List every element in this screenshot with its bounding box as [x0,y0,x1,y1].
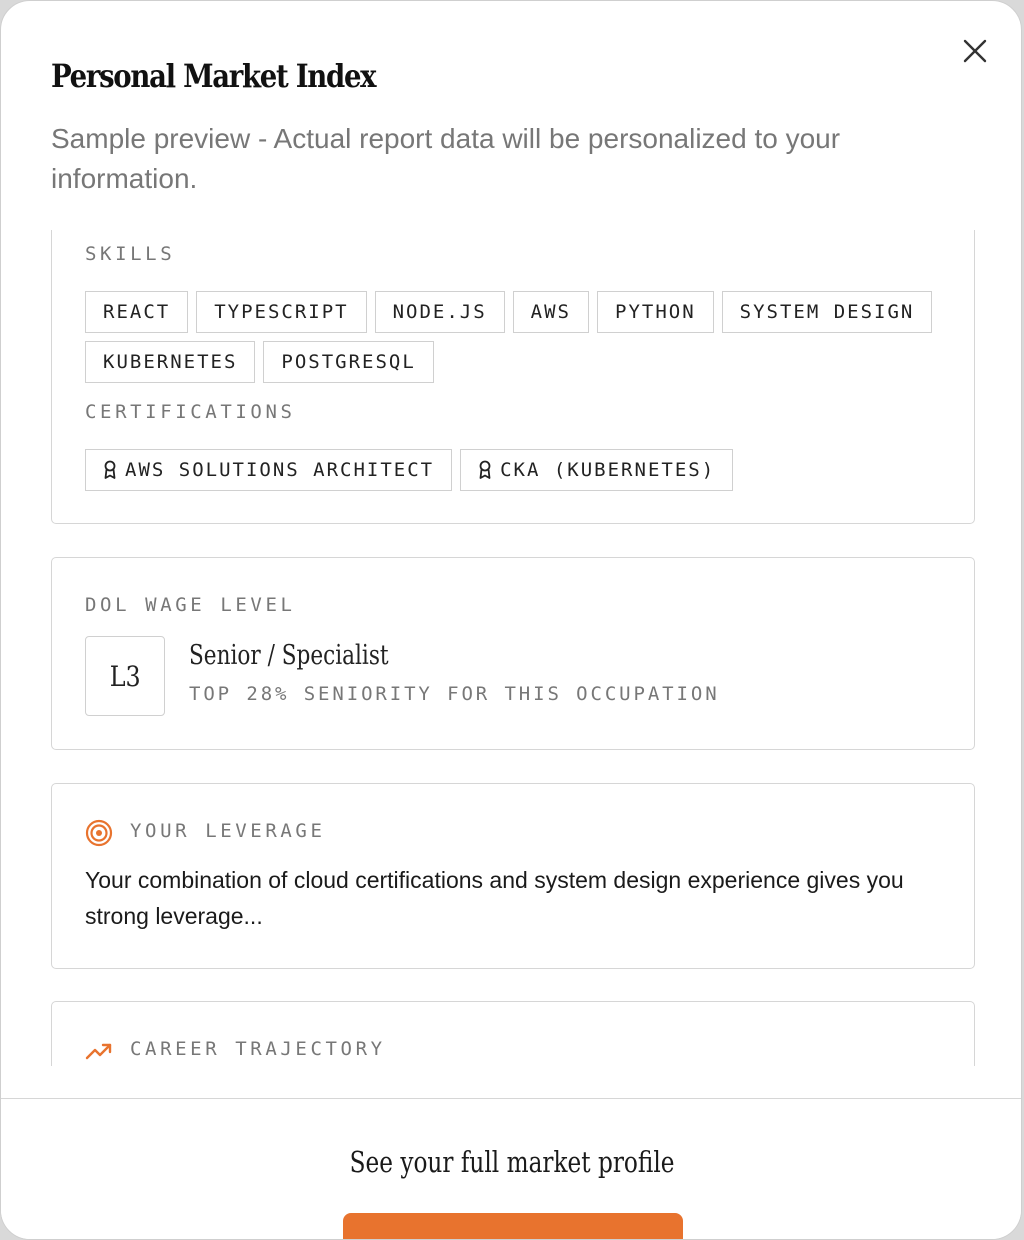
wage-level-label: DOL WAGE LEVEL [85,594,296,616]
certification-label: AWS SOLUTIONS ARCHITECT [125,459,435,481]
certifications-row: AWS SOLUTIONS ARCHITECT CKA (KUBERNETES) [85,449,734,491]
report-scroll-area[interactable]: SKILLS REACT TYPESCRIPT NODE.JS AWS PYTH… [1,230,1021,1066]
certifications-label: CERTIFICATIONS [85,401,296,423]
leverage-label: YOUR LEVERAGE [130,820,326,842]
skill-tag: PYTHON [597,291,714,333]
modal-footer: See your full market profile [1,1098,1021,1239]
trending-up-icon [85,1043,112,1060]
award-ribbon-icon [479,460,491,479]
leverage-card: YOUR LEVERAGE Your combination of cloud … [51,783,975,969]
target-icon [85,819,113,847]
wage-level-name: Senior / Specialist [189,640,389,671]
modal-title: Personal Market Index [51,57,377,95]
wage-level-card: DOL WAGE LEVEL L3 Senior / Specialist TO… [51,557,975,750]
career-trajectory-card: CAREER TRAJECTORY [51,1001,975,1066]
market-index-modal: Personal Market Index Sample preview - A… [0,0,1022,1240]
skills-label: SKILLS [85,243,176,265]
wage-level-detail: TOP 28% SENIORITY FOR THIS OCCUPATION [189,683,720,705]
modal-subtitle: Sample preview - Actual report data will… [51,123,841,194]
skills-row-2: KUBERNETES POSTGRESQL [85,341,434,383]
skill-tag: TYPESCRIPT [196,291,367,333]
wage-level-value: L3 [109,659,141,693]
skill-tag: SYSTEM DESIGN [721,291,933,333]
skill-tag: POSTGRESQL [263,341,434,383]
skill-tag: NODE.JS [374,291,505,333]
skills-card: SKILLS REACT TYPESCRIPT NODE.JS AWS PYTH… [51,230,975,524]
close-button[interactable] [959,35,991,67]
skill-tag: REACT [85,291,189,333]
cta-button[interactable] [343,1213,683,1239]
close-icon [963,39,987,63]
leverage-text: Your combination of cloud certifications… [85,867,904,929]
certification-label: CKA (KUBERNETES) [500,459,716,481]
skill-tag: KUBERNETES [85,341,256,383]
award-ribbon-icon [104,460,116,479]
career-trajectory-label: CAREER TRAJECTORY [130,1038,386,1060]
footer-title-text: See your full market profile [349,1145,675,1179]
skills-row-1: REACT TYPESCRIPT NODE.JS AWS PYTHON SYST… [85,291,933,333]
skill-tag: AWS [512,291,589,333]
certification-tag: CKA (KUBERNETES) [460,449,734,491]
certification-tag: AWS SOLUTIONS ARCHITECT [85,449,453,491]
footer-title: See your full market profile [1,1145,1021,1179]
wage-level-badge: L3 [85,636,165,716]
